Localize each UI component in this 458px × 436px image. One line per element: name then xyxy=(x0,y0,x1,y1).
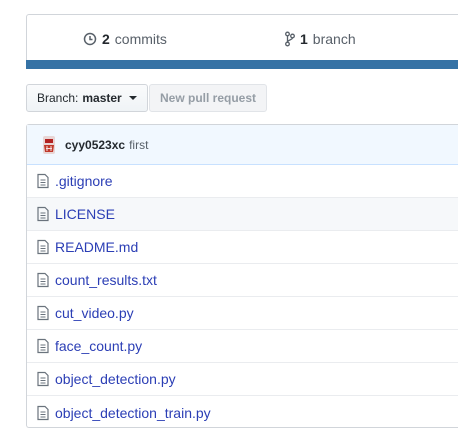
file-text-icon xyxy=(37,305,49,321)
file-text-icon xyxy=(37,405,49,420)
commits-label: commits xyxy=(114,31,167,47)
file-link[interactable]: count_results.txt xyxy=(55,272,157,288)
file-link[interactable]: .gitignore xyxy=(55,173,113,189)
chevron-down-icon xyxy=(128,96,137,100)
file-row[interactable]: cut_video.py xyxy=(27,297,458,330)
file-text-icon xyxy=(37,272,49,288)
file-row[interactable]: object_detection.py xyxy=(27,363,458,396)
file-text-icon xyxy=(37,173,49,189)
file-link[interactable]: LICENSE xyxy=(55,206,115,222)
commits-count: 2 xyxy=(102,31,110,47)
history-icon xyxy=(83,32,97,46)
file-link[interactable]: cut_video.py xyxy=(55,305,134,321)
branch-prefix: Branch: xyxy=(37,91,79,105)
branch-select-button[interactable]: Branch: master xyxy=(26,84,148,112)
file-row[interactable]: README.md xyxy=(27,231,458,264)
branches-link[interactable]: 1 branch xyxy=(285,31,356,47)
branches-label: branch xyxy=(312,31,356,47)
new-pull-request-button[interactable]: New pull request xyxy=(149,84,268,112)
language-bar[interactable] xyxy=(26,60,458,69)
file-row[interactable]: object_detection_train.py xyxy=(27,396,458,429)
file-link[interactable]: face_count.py xyxy=(55,338,142,354)
file-text-icon xyxy=(37,239,49,255)
file-row[interactable]: count_results.txt xyxy=(27,264,458,297)
file-link[interactable]: object_detection_train.py xyxy=(55,405,211,421)
file-list: cyy0523xc first .gitignore LICENSE READM… xyxy=(26,124,458,428)
commits-link[interactable]: 2 commits xyxy=(83,31,167,47)
latest-commit: cyy0523xc first xyxy=(27,125,458,165)
file-row[interactable]: LICENSE xyxy=(27,198,458,231)
branches-count: 1 xyxy=(300,31,308,47)
commit-message[interactable]: first xyxy=(129,138,148,152)
file-row[interactable]: .gitignore xyxy=(27,165,458,198)
file-link[interactable]: README.md xyxy=(55,239,138,255)
file-text-icon xyxy=(37,371,49,387)
file-row[interactable]: face_count.py xyxy=(27,330,458,363)
file-text-icon xyxy=(37,338,49,354)
git-branch-icon xyxy=(285,31,295,47)
file-link[interactable]: object_detection.py xyxy=(55,371,176,387)
file-text-icon xyxy=(37,206,49,222)
branch-name: master xyxy=(82,91,122,105)
commit-author[interactable]: cyy0523xc xyxy=(65,138,125,152)
user-avatar[interactable] xyxy=(41,135,57,155)
